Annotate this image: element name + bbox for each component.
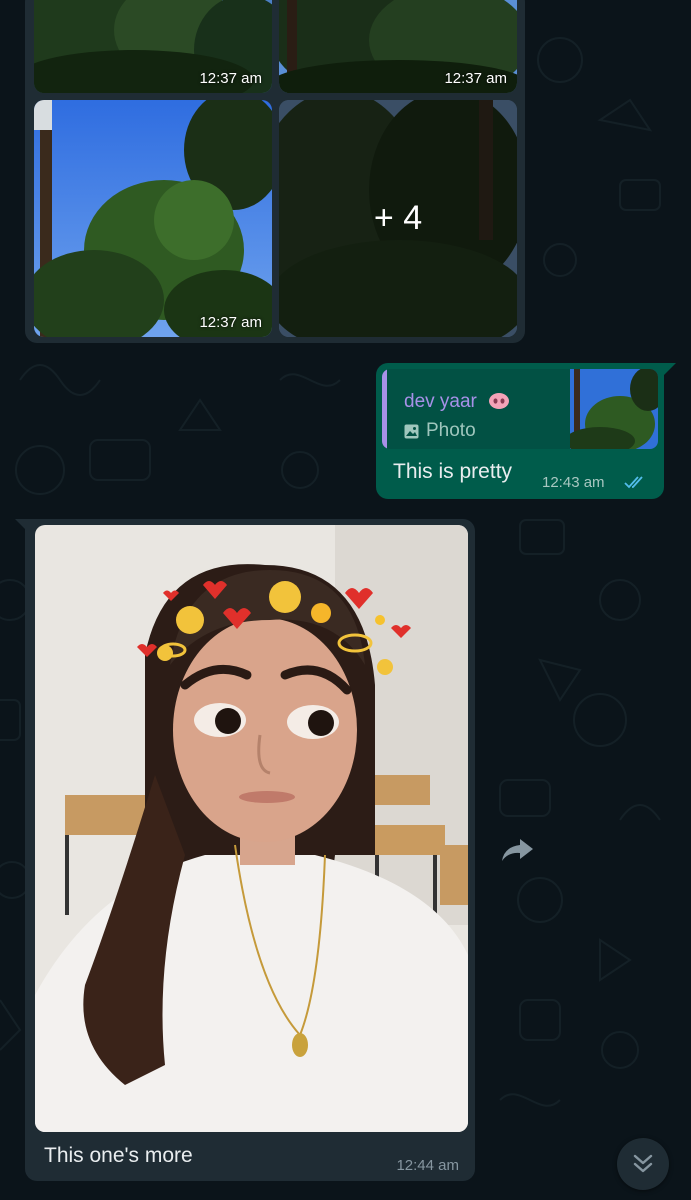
pig-nose-icon <box>489 393 510 409</box>
message-timestamp: 12:43 am <box>542 474 605 491</box>
incoming-photo-message[interactable]: This one's more 12:44 am <box>25 519 475 1181</box>
photo-album-message: 12:37 am 12:37 am 12:37 am + 4 <box>25 0 525 343</box>
quoted-author-name: dev yaar <box>404 391 477 412</box>
double-chevron-down-icon <box>633 1154 653 1173</box>
album-photo-2[interactable]: 12:37 am <box>279 0 517 93</box>
message-timestamp: 12:37 am <box>199 314 262 331</box>
more-photos-count: + 4 <box>279 100 517 337</box>
quote-accent-bar <box>382 369 387 449</box>
quoted-author: dev yaar <box>404 391 510 413</box>
read-receipt-icon <box>624 476 643 489</box>
forward-button[interactable] <box>499 835 535 865</box>
bubble-tail <box>15 519 27 531</box>
message-timestamp: 12:37 am <box>199 70 262 87</box>
message-photo[interactable] <box>35 525 468 1132</box>
message-text: This is pretty <box>393 460 513 483</box>
photo-icon <box>404 424 419 438</box>
quoted-type: Photo <box>404 420 476 442</box>
bubble-tail <box>664 363 676 375</box>
forward-icon <box>502 839 533 861</box>
scroll-to-bottom-button[interactable] <box>617 1138 669 1190</box>
quoted-photo-thumbnail <box>570 369 658 449</box>
quoted-message[interactable]: dev yaar Photo <box>382 369 658 449</box>
message-caption: This one's more <box>44 1144 193 1167</box>
message-timestamp: 12:44 am <box>396 1157 459 1174</box>
album-photo-3[interactable]: 12:37 am <box>34 100 272 337</box>
outgoing-reply-message[interactable]: dev yaar Photo This is pretty 12:43 am <box>376 363 664 499</box>
album-photo-4-more[interactable]: + 4 <box>279 100 517 337</box>
quoted-type-label: Photo <box>426 420 476 441</box>
album-photo-1[interactable]: 12:37 am <box>34 0 272 93</box>
message-timestamp: 12:37 am <box>444 70 507 87</box>
